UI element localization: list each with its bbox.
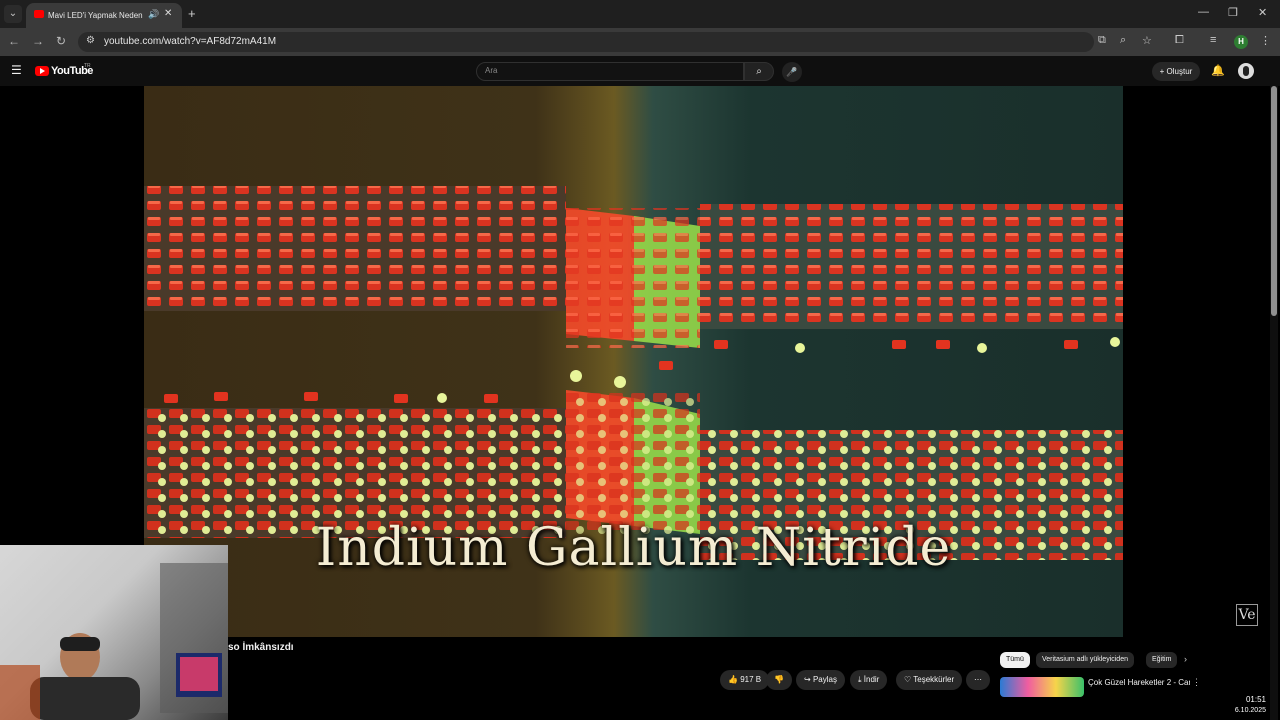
create-label: Oluştur xyxy=(1166,67,1193,76)
thanks-label: Teşekkürler xyxy=(913,675,955,684)
hamburger-menu-icon[interactable]: ☰ xyxy=(11,63,22,77)
more-actions-button[interactable]: ⋯ xyxy=(966,670,990,690)
notifications-bell-icon[interactable]: 🔔 xyxy=(1211,64,1225,77)
scrollbar-thumb[interactable] xyxy=(1271,86,1277,316)
more-horizontal-icon: ⋯ xyxy=(974,675,982,684)
youtube-favicon-icon xyxy=(34,10,44,18)
thumbs-up-icon: 👍 xyxy=(728,675,741,684)
install-app-icon[interactable]: ⧉ xyxy=(1098,34,1106,47)
video-player[interactable]: Indium Gallium Nitride xyxy=(144,86,1123,637)
taskbar-clock-time: 01:51 xyxy=(1245,695,1266,704)
search-placeholder: Ara xyxy=(485,66,498,75)
account-avatar[interactable] xyxy=(1238,63,1254,79)
reload-icon[interactable]: ↻ xyxy=(56,34,66,48)
zoom-icon[interactable]: ⌕ xyxy=(1120,34,1126,47)
thanks-icon: ♡ xyxy=(904,675,914,684)
like-button[interactable]: 👍 917 B xyxy=(720,670,770,690)
video-caption: Indium Gallium Nitride xyxy=(315,518,952,578)
share-icon: ↪ xyxy=(804,675,813,684)
youtube-header: ☰ YouTube TR Ara ⌕ 🎤 + Oluştur 🔔 xyxy=(0,56,1280,86)
browser-tab-bar: ⌄ Mavi LED'i Yapmak Neden 🔊 ✕ + — ❐ ✕ xyxy=(0,0,1280,28)
extensions-icon[interactable]: ⧠ xyxy=(1175,34,1184,47)
new-tab-button[interactable]: + xyxy=(188,6,196,21)
tab-title: Mavi LED'i Yapmak Neden xyxy=(48,11,143,20)
chip-all[interactable]: Tümü xyxy=(1000,652,1030,668)
thumbs-down-icon: 👎 xyxy=(774,675,784,684)
profile-avatar[interactable]: H xyxy=(1234,35,1248,49)
browser-tab-active[interactable]: Mavi LED'i Yapmak Neden 🔊 ✕ xyxy=(26,3,182,28)
more-vertical-icon[interactable]: ⋮ xyxy=(1192,677,1201,688)
address-bar[interactable]: ⚙ youtube.com/watch?v=AF8d72mA41M xyxy=(78,32,1094,52)
channel-watermark[interactable]: Ve xyxy=(1236,604,1258,626)
avatar-silhouette xyxy=(1243,66,1249,76)
webcam-overlay xyxy=(0,545,228,720)
youtube-logo-play-icon xyxy=(40,68,45,74)
speaker-icon[interactable]: 🔊 xyxy=(148,9,159,20)
page-scrollbar[interactable] xyxy=(1270,86,1278,720)
microphone-icon: 🎤 xyxy=(786,67,798,77)
voice-search-button[interactable]: 🎤 xyxy=(782,62,802,82)
thanks-button[interactable]: ♡ Teşekkürler xyxy=(896,670,963,690)
restore-icon[interactable]: ❐ xyxy=(1228,6,1238,19)
window-close-icon[interactable]: ✕ xyxy=(1258,6,1267,19)
chevron-right-icon[interactable]: › xyxy=(1184,654,1187,664)
chip-education[interactable]: Eğitim xyxy=(1146,652,1178,668)
url-text[interactable]: youtube.com/watch?v=AF8d72mA41M xyxy=(104,35,276,49)
upper-left-lattice xyxy=(144,186,566,311)
browser-menu-icon[interactable]: ⋮ xyxy=(1260,34,1271,47)
plus-icon: + xyxy=(1159,67,1167,76)
search-icon: ⌕ xyxy=(756,66,762,77)
bookmark-star-icon[interactable]: ☆ xyxy=(1142,34,1152,47)
share-button[interactable]: ↪ Paylaş xyxy=(796,670,845,690)
watch-page: Indium Gallium Nitride Ve so İmkânsızdı … xyxy=(0,86,1280,720)
tab-search-button[interactable]: ⌄ xyxy=(4,5,22,23)
download-label: İndir xyxy=(863,675,880,684)
streamer-webcam-image xyxy=(0,563,228,720)
region-label: TR xyxy=(84,63,91,69)
search-button[interactable]: ⌕ xyxy=(744,62,774,81)
video-title: so İmkânsızdı xyxy=(228,642,294,653)
share-label: Paylaş xyxy=(812,675,837,684)
close-icon[interactable]: ✕ xyxy=(164,8,172,19)
forward-icon[interactable]: → xyxy=(32,34,44,48)
upper-right-lattice xyxy=(700,204,1123,329)
media-controls-icon[interactable]: ≡ xyxy=(1210,34,1216,46)
lower-junction-lattice xyxy=(566,390,700,534)
taskbar-clock-date: 6.10.2025 xyxy=(1234,707,1266,714)
browser-toolbar: ← → ↻ ⚙ youtube.com/watch?v=AF8d72mA41M … xyxy=(0,28,1280,56)
dislike-button[interactable]: 👎 xyxy=(766,670,792,690)
like-count: 917 B xyxy=(740,675,762,684)
upper-junction-lattice xyxy=(566,208,700,348)
back-icon[interactable]: ← xyxy=(8,34,20,48)
site-info-icon[interactable]: ⚙ xyxy=(86,35,95,46)
recommendation-thumbnail[interactable] xyxy=(1000,677,1084,697)
search-input[interactable]: Ara xyxy=(476,62,744,81)
minimize-icon[interactable]: — xyxy=(1198,6,1209,18)
chip-from-uploader[interactable]: Veritasium adlı yükleyiciden xyxy=(1036,652,1134,668)
download-button[interactable]: ⤓ İndir xyxy=(850,670,888,690)
recommendation-title[interactable]: Çok Güzel Hareketler 2 - Canlı Yayın xyxy=(1088,677,1190,688)
create-button[interactable]: + Oluştur xyxy=(1152,62,1200,81)
